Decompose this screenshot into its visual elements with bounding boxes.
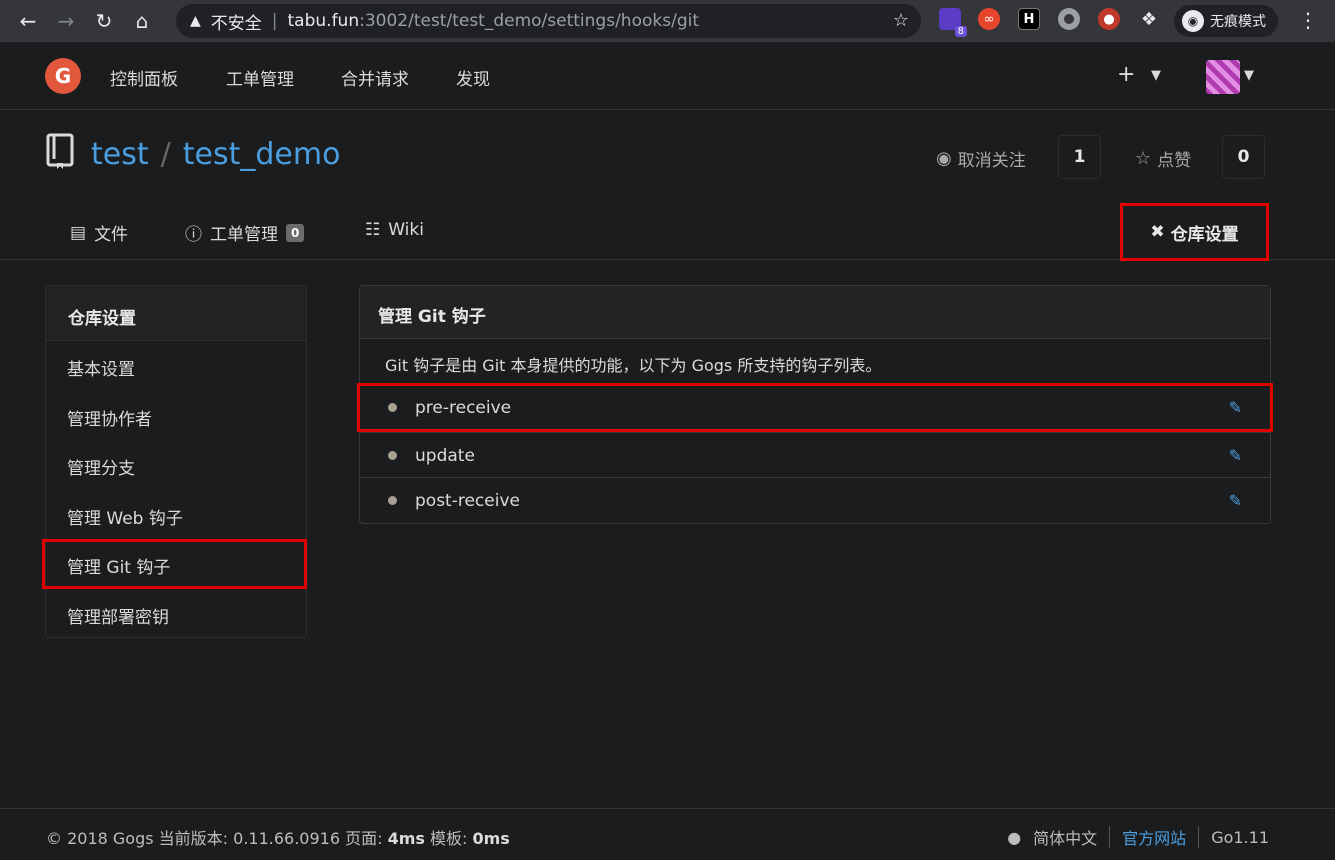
url-host: tabu.fun [287,11,360,31]
hook-row-pre-receive: pre-receive ✎ [357,383,1273,432]
hook-name: pre-receive [415,397,512,418]
extensions-puzzle-icon[interactable]: ❖ [1138,8,1160,30]
extension-icon-h[interactable]: H [1018,8,1040,30]
hook-row-update: update ✎ [360,432,1270,478]
browser-menu-icon[interactable]: ⋮ [1298,8,1318,32]
repo-owner-link[interactable]: test [91,137,149,172]
extension-badge: 8 [954,26,967,37]
sidebar-item-git-hooks[interactable]: 管理 Git 钩子 [42,539,307,589]
tools-icon: ✖ [1150,222,1165,242]
footer-copyright: © 2018 Gogs 当前版本: 0.11.66.0916 页面: [46,829,388,848]
repo-tabs: ▤ 文件 ⓘ 工单管理 0 ☷ Wiki ✖ 仓库设置 [0,200,1335,261]
eye-icon: ◉ [936,148,952,169]
tab-settings-label: 仓库设置 [1170,224,1239,245]
nav-pull-requests[interactable]: 合并请求 [341,65,409,90]
git-hooks-panel: 管理 Git 钩子 Git 钩子是由 Git 本身提供的功能，以下为 Gogs … [357,285,1273,524]
repo-name-link[interactable]: test_demo [183,137,341,172]
footer-divider [1198,826,1200,848]
address-separator: | [271,11,278,31]
sidebar-item-branches[interactable]: 管理分支 [46,440,306,490]
incognito-label: 无痕模式 [1210,14,1266,30]
app-header: G 控制面板 工单管理 合并请求 发现 + ▼ ▼ [0,42,1335,110]
user-dropdown-caret-icon[interactable]: ▼ [1244,68,1254,83]
hook-name: update [415,445,475,466]
tab-wiki-label: Wiki [388,220,424,240]
hook-row-post-receive: post-receive ✎ [360,477,1270,523]
repo-title-separator: / [160,137,171,172]
issue-opened-icon: ⓘ [185,225,202,245]
pencil-icon[interactable]: ✎ [1229,398,1242,417]
official-website-link[interactable]: 官方网站 [1122,825,1186,849]
hook-name: post-receive [415,490,520,511]
hook-status-dot [388,451,397,460]
sidebar-item-collaborators[interactable]: 管理协作者 [46,391,306,441]
sidebar-item-options[interactable]: 基本设置 [46,341,306,391]
footer-divider [1109,826,1111,848]
footer-page-time: 4ms [387,829,425,848]
panel-title: 管理 Git 钩子 [360,286,1270,339]
issues-count-badge: 0 [286,223,305,242]
nav-issues[interactable]: 工单管理 [226,65,294,90]
footer-links: ● 简体中文 官方网站 Go1.11 [1007,825,1269,849]
unwatch-button[interactable]: ◉ 取消关注 [936,146,1026,171]
footer-template-time: 0ms [472,829,510,848]
panel-description: Git 钩子是由 Git 本身提供的功能，以下为 Gogs 所支持的钩子列表。 [385,356,882,375]
page-footer: © 2018 Gogs 当前版本: 0.11.66.0916 页面: 4ms 模… [0,808,1335,860]
incognito-icon: ◉ [1182,10,1204,32]
pencil-icon[interactable]: ✎ [1229,446,1242,465]
book-icon: ☷ [365,220,381,240]
sidebar-title: 仓库设置 [46,286,306,341]
tab-settings[interactable]: ✖ 仓库设置 [1120,203,1269,261]
browser-toolbar: ← → ↻ ⌂ ▲ 不安全 | tabu.fun:3002/test/test_… [0,0,1335,42]
reload-icon[interactable]: ↻ [88,5,120,37]
star-label: 点赞 [1157,151,1192,171]
address-bar[interactable]: ▲ 不安全 | tabu.fun:3002/test/test_demo/set… [176,4,921,38]
star-icon: ☆ [1135,148,1152,169]
tab-issues-label: 工单管理 [210,225,278,245]
extension-icon-circle[interactable] [1058,8,1080,30]
nav-explore[interactable]: 发现 [456,65,490,90]
footer-template-label: 模板: [424,829,473,848]
extension-icon-santa[interactable]: ● [1098,8,1120,30]
create-dropdown-caret-icon[interactable]: ▼ [1151,68,1161,83]
repo-title: test / test_demo [91,137,340,172]
nav-dashboard[interactable]: 控制面板 [110,65,178,90]
insecure-label: 不安全 [210,13,262,34]
warning-icon: ▲ [190,13,201,29]
extension-icon-infinity[interactable]: ∞ [978,8,1000,30]
globe-icon: ● [1007,827,1022,847]
url-path: :3002/test/test_demo/settings/hooks/git [359,11,699,31]
tab-issues[interactable]: ⓘ 工单管理 0 [185,220,305,245]
language-selector[interactable]: 简体中文 [1033,825,1097,849]
extension-icon-purple[interactable]: 8 [939,8,967,37]
hook-status-dot [388,496,397,505]
watch-count[interactable]: 1 [1058,135,1101,179]
file-icon: ▤ [70,222,87,243]
forward-icon[interactable]: → [50,5,82,37]
hook-status-dot [388,403,397,412]
tab-files-label: 文件 [94,225,129,245]
sidebar-item-webhooks[interactable]: 管理 Web 钩子 [46,490,306,540]
back-icon[interactable]: ← [12,5,44,37]
create-new-icon[interactable]: + [1117,62,1135,87]
star-count[interactable]: 0 [1222,135,1265,179]
unwatch-label: 取消关注 [957,151,1026,171]
pencil-icon[interactable]: ✎ [1229,491,1242,510]
star-button[interactable]: ☆ 点赞 [1135,146,1191,171]
repo-book-icon [46,133,74,169]
go-version: Go1.11 [1211,827,1269,847]
bookmark-star-icon[interactable]: ☆ [893,10,909,31]
gogs-logo-icon[interactable]: G [45,58,81,94]
settings-sidebar: 仓库设置 基本设置 管理协作者 管理分支 管理 Web 钩子 管理 Git 钩子… [42,285,307,639]
tab-files[interactable]: ▤ 文件 [70,220,129,246]
footer-info: © 2018 Gogs 当前版本: 0.11.66.0916 页面: 4ms 模… [46,825,510,849]
user-avatar[interactable] [1206,60,1240,94]
tab-wiki[interactable]: ☷ Wiki [365,220,424,240]
incognito-indicator[interactable]: ◉ 无痕模式 [1174,5,1278,37]
sidebar-item-deploy-keys[interactable]: 管理部署密钥 [46,589,306,639]
home-icon[interactable]: ⌂ [126,5,158,37]
